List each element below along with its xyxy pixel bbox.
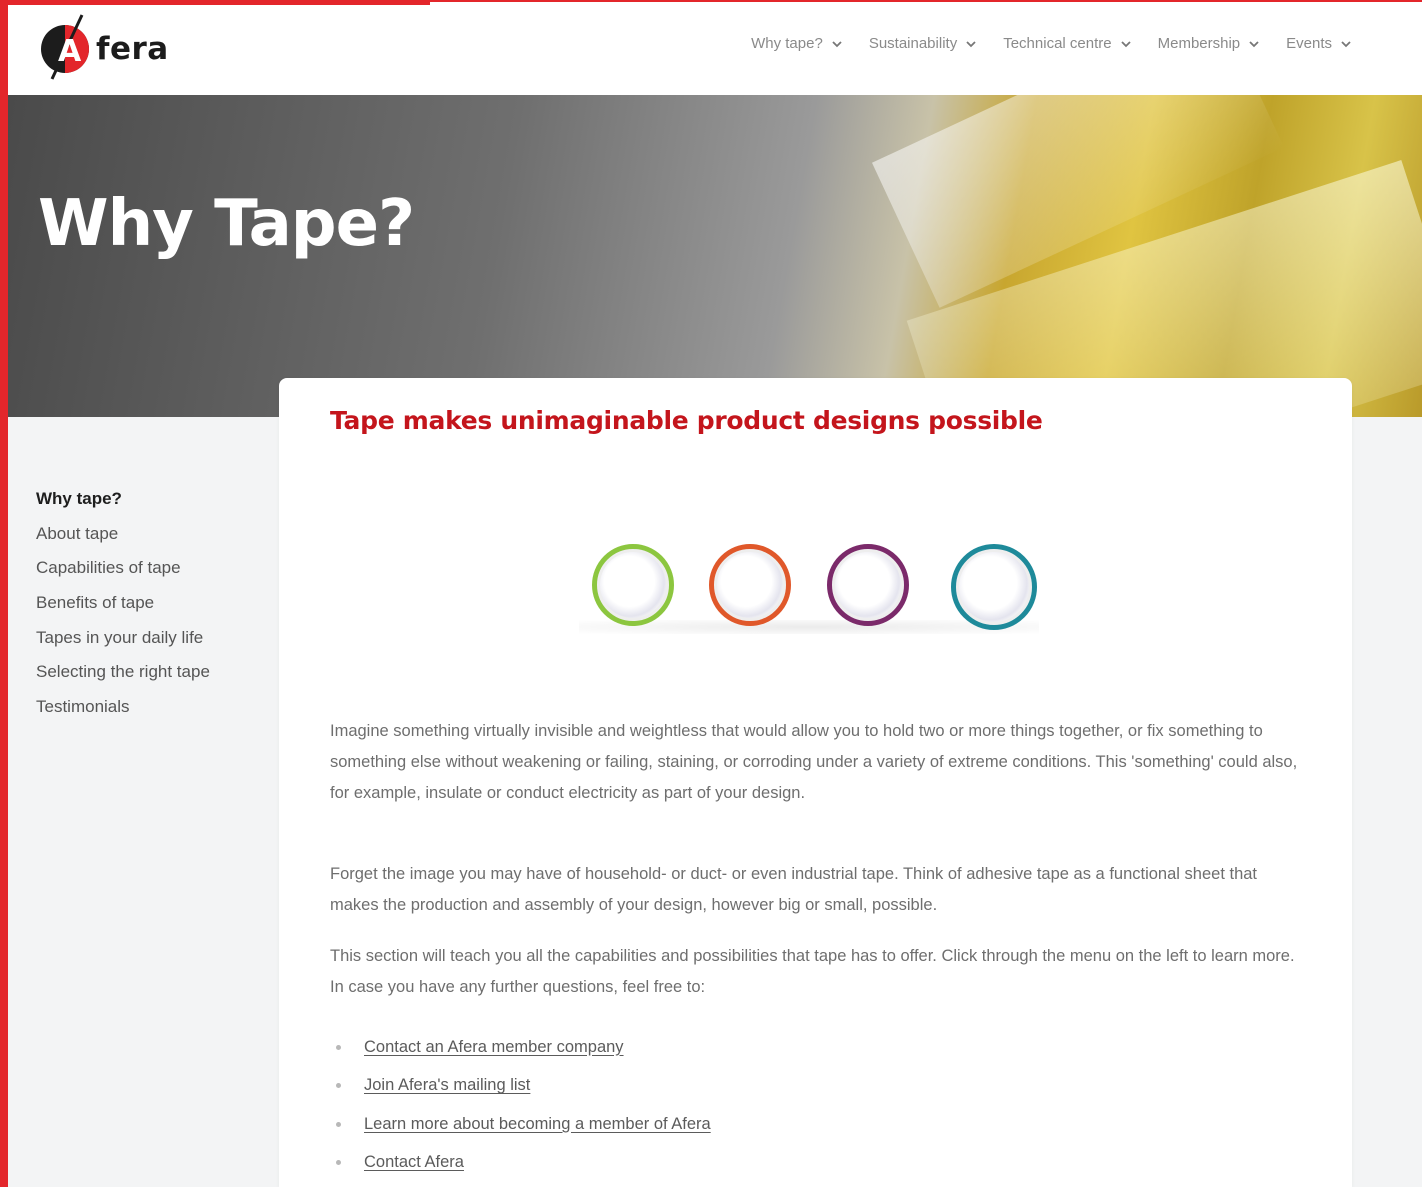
list-item: Contact Afera bbox=[330, 1144, 1030, 1183]
nav-why-tape[interactable]: Why tape? bbox=[751, 35, 843, 52]
sidebar-item-testimonials[interactable]: Testimonials bbox=[36, 696, 266, 731]
chevron-down-icon bbox=[1120, 40, 1131, 47]
purple-tape-roll-icon bbox=[827, 544, 909, 626]
afera-logo[interactable]: A fera bbox=[38, 11, 168, 81]
sidebar-item-about-tape[interactable]: About tape bbox=[36, 523, 266, 558]
logo-mark-icon: A bbox=[41, 14, 89, 80]
sidebar-item-capabilities[interactable]: Capabilities of tape bbox=[36, 557, 266, 592]
chevron-down-icon bbox=[832, 40, 842, 47]
list-item: Learn more about becoming a member of Af… bbox=[330, 1105, 1030, 1144]
list-item: Contact an Afera member company bbox=[330, 1028, 1030, 1067]
chevron-down-icon bbox=[1341, 40, 1351, 47]
chevron-down-icon bbox=[1249, 40, 1259, 47]
left-accent-bar bbox=[0, 0, 8, 1187]
site-header: A fera Why tape? Sustainability Technica… bbox=[8, 5, 1422, 95]
page-title: Why Tape? bbox=[38, 187, 415, 261]
nav-label: Sustainability bbox=[868, 35, 958, 52]
green-tape-roll-icon bbox=[592, 544, 674, 626]
link-contact-afera[interactable]: Contact Afera bbox=[364, 1153, 464, 1172]
link-become-member[interactable]: Learn more about becoming a member of Af… bbox=[364, 1115, 711, 1134]
section-sidebar-menu: Why tape? About tape Capabilities of tap… bbox=[36, 488, 266, 731]
sidebar-item-why-tape[interactable]: Why tape? bbox=[36, 488, 266, 523]
nav-label: Technical centre bbox=[1003, 35, 1112, 52]
sidebar-item-selecting[interactable]: Selecting the right tape bbox=[36, 661, 266, 696]
logo-wordmark: fera bbox=[96, 31, 169, 67]
main-navigation: Why tape? Sustainability Technical centr… bbox=[751, 35, 1352, 52]
hero-banner: Why Tape? bbox=[8, 95, 1422, 417]
contact-links-list: Contact an Afera member company Join Afe… bbox=[330, 1028, 1030, 1182]
bullet-icon bbox=[336, 1121, 341, 1127]
chevron-down-icon bbox=[966, 40, 976, 47]
bullet-icon bbox=[336, 1083, 341, 1089]
nav-membership[interactable]: Membership bbox=[1158, 35, 1261, 52]
link-contact-member-company[interactable]: Contact an Afera member company bbox=[364, 1038, 624, 1057]
nav-events[interactable]: Events bbox=[1286, 35, 1352, 52]
third-paragraph: This section will teach you all the capa… bbox=[330, 947, 1295, 996]
teal-tape-roll-icon bbox=[951, 544, 1037, 630]
bullet-icon bbox=[336, 1160, 341, 1166]
second-paragraph: Forget the image you may have of househo… bbox=[330, 865, 1258, 914]
tape-rolls-illustration bbox=[569, 538, 1049, 638]
bullet-icon bbox=[336, 1044, 341, 1050]
sidebar-item-benefits[interactable]: Benefits of tape bbox=[36, 592, 266, 627]
nav-label: Why tape? bbox=[751, 35, 823, 52]
sidebar-item-daily-life[interactable]: Tapes in your daily life bbox=[36, 627, 266, 662]
section-heading: Tape makes unimaginable product designs … bbox=[330, 406, 1043, 435]
nav-label: Events bbox=[1286, 35, 1332, 52]
top-accent-line bbox=[430, 0, 1422, 2]
main-content-card: Tape makes unimaginable product designs … bbox=[279, 378, 1352, 1187]
intro-paragraph: Imagine something virtually invisible an… bbox=[330, 722, 1298, 802]
link-join-mailing-list[interactable]: Join Afera's mailing list bbox=[364, 1076, 530, 1095]
nav-label: Membership bbox=[1157, 35, 1241, 52]
orange-tape-roll-icon bbox=[709, 544, 791, 626]
nav-sustainability[interactable]: Sustainability bbox=[869, 35, 977, 52]
nav-technical-centre[interactable]: Technical centre bbox=[1003, 35, 1131, 52]
svg-text:A: A bbox=[58, 34, 82, 69]
list-item: Join Afera's mailing list bbox=[330, 1067, 1030, 1106]
